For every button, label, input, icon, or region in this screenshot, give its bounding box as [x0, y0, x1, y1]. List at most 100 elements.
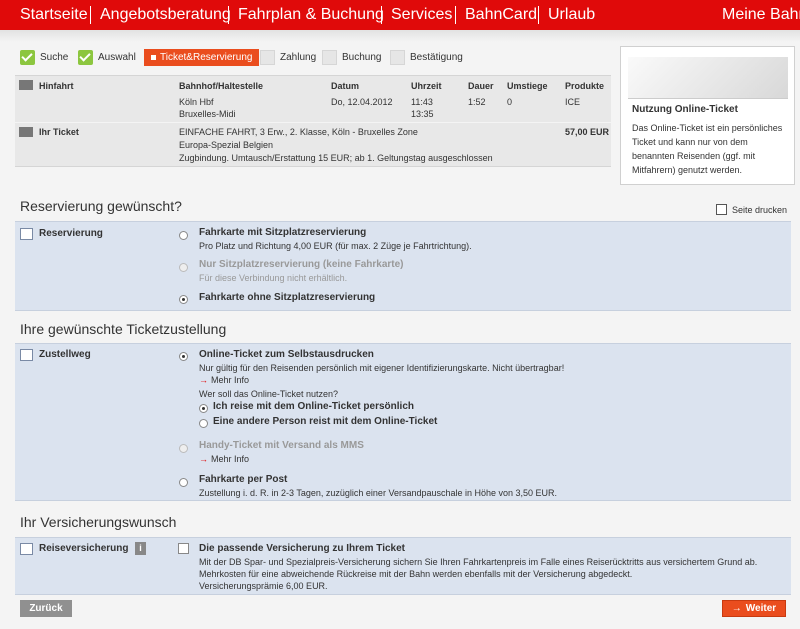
empty-step-icon — [390, 49, 405, 65]
insurance-icon — [20, 543, 33, 555]
arrival-time: 13:35 — [411, 109, 434, 119]
option-with-seat-desc: Pro Platz und Richtung 4,00 EUR (für max… — [199, 241, 472, 251]
online-question: Wer soll das Online-Ticket nutzen? — [199, 389, 339, 399]
col-changes: Umstiege — [507, 81, 548, 91]
online-more-info-link[interactable]: → Mehr Info — [199, 375, 249, 385]
info-icon[interactable]: i — [135, 542, 146, 555]
train-icon — [19, 80, 33, 90]
arrow-right-icon: → — [199, 454, 208, 464]
self-travel-radio[interactable] — [199, 404, 208, 413]
nav-divider — [381, 6, 382, 24]
insurance-desc-3: Versicherungsprämie 6,00 EUR. — [199, 581, 328, 591]
nav-divider — [538, 6, 539, 24]
arrow-right-icon: → — [731, 603, 742, 614]
insurance-title: Die passende Versicherung zu Ihrem Ticke… — [199, 543, 406, 554]
printer-icon — [716, 204, 727, 215]
arrow-right-icon: → — [199, 375, 208, 385]
handy-ticket-title: Handy-Ticket mit Versand als MMS — [199, 440, 364, 451]
step-label: Auswahl — [98, 51, 136, 63]
step-auswahl[interactable]: Auswahl — [78, 49, 136, 65]
reservation-icon — [20, 228, 33, 240]
journey-table: Hinfahrt Bahnhof/Haltestelle Datum Uhrze… — [15, 75, 611, 122]
option-seat-only-desc: Für diese Verbindung nicht erhältlich. — [199, 273, 348, 283]
nav-divider — [90, 6, 91, 24]
handy-more-info-link[interactable]: → Mehr Info — [199, 454, 249, 464]
empty-step-icon — [322, 49, 337, 65]
insurance-section: Reiseversicherung i Die passende Versich… — [15, 537, 791, 595]
col-station: Bahnhof/Haltestelle — [179, 81, 264, 91]
travel-date: Do, 12.04.2012 — [331, 97, 393, 107]
post-title: Fahrkarte per Post — [199, 474, 288, 485]
next-button[interactable]: → Weiter — [722, 600, 786, 617]
insurance-heading: Ihr Versicherungswunsch — [20, 514, 177, 530]
more-info-label: Mehr Info — [211, 454, 250, 464]
reservation-seat-only-radio — [179, 263, 188, 272]
nav-startseite[interactable]: Startseite — [20, 5, 88, 25]
delivery-heading: Ihre gewünschte Ticketzustellung — [20, 321, 227, 337]
other-person-radio[interactable] — [199, 419, 208, 428]
nav-fahrplan-buchung[interactable]: Fahrplan & Buchung — [238, 5, 384, 25]
col-time: Uhrzeit — [411, 81, 442, 91]
online-ticket-image — [628, 57, 788, 99]
delivery-online-radio[interactable] — [179, 352, 188, 361]
print-label: Seite drucken — [732, 204, 788, 215]
duration-value: 1:52 — [468, 97, 486, 107]
insurance-desc-2: Mehrkosten für eine abweichende Rückreis… — [199, 569, 633, 579]
step-label: Buchung — [342, 51, 382, 63]
step-suche[interactable]: Suche — [20, 49, 68, 65]
insurance-desc-1: Mit der DB Spar- und Spezialpreis-Versic… — [199, 557, 758, 567]
nav-shadow — [0, 30, 800, 42]
nav-urlaub[interactable]: Urlaub — [548, 5, 595, 25]
check-icon — [20, 49, 35, 65]
next-label: Weiter — [745, 603, 777, 614]
side-text: Das Online-Ticket ist ein persönliches T… — [632, 123, 783, 175]
insurance-checkbox[interactable] — [178, 543, 189, 554]
delivery-section: Zustellweg Online-Ticket zum Selbstausdr… — [15, 343, 791, 501]
post-desc: Zustellung i. d. R. in 2-3 Tagen, zuzügl… — [199, 488, 558, 498]
ticket-line1: EINFACHE FAHRT, 3 Erw., 2. Klasse, Köln … — [179, 127, 418, 137]
step-zahlung: Zahlung — [260, 49, 316, 65]
side-title: Nutzung Online-Ticket — [632, 104, 738, 115]
col-products: Produkte — [565, 81, 605, 91]
step-label: Ticket&Reservierung — [160, 52, 253, 63]
step-buchung: Buchung — [322, 49, 381, 65]
changes-value: 0 — [507, 97, 513, 107]
to-station: Bruxelles-Midi — [179, 109, 236, 119]
option-without-seat-title: Fahrkarte ohne Sitzplatzreservierung — [199, 292, 376, 303]
nav-divider — [228, 6, 229, 24]
nav-services[interactable]: Services — [391, 5, 452, 25]
online-ticket-title: Online-Ticket zum Selbstausdrucken — [199, 349, 374, 360]
ticket-line3: Zugbindung. Umtausch/Erstattung 15 EUR; … — [179, 153, 493, 163]
delivery-post-radio[interactable] — [179, 478, 188, 487]
reservation-without-seat-radio[interactable] — [179, 295, 188, 304]
col-duration: Dauer — [468, 81, 494, 91]
ticket-table: Ihr Ticket EINFACHE FAHRT, 3 Erw., 2. Kl… — [15, 123, 611, 167]
option-with-seat-title: Fahrkarte mit Sitzplatzreservierung — [199, 227, 367, 238]
reservation-label: Reservierung — [39, 228, 103, 239]
ticket-icon — [19, 127, 33, 137]
print-page-link[interactable]: Seite drucken — [716, 204, 787, 215]
online-ticket-desc: Nur gültig für den Reisenden persönlich … — [199, 363, 565, 373]
self-travel-label: Ich reise mit dem Online-Ticket persönli… — [213, 401, 414, 412]
reservation-section: Reservierung Fahrkarte mit Sitzplatzrese… — [15, 221, 791, 311]
ticket-line2: Europa-Spezial Belgien — [179, 140, 274, 150]
nav-bahncard[interactable]: BahnCard — [465, 5, 537, 25]
nav-angebotsberatung[interactable]: Angebotsberatung — [100, 5, 231, 25]
nav-meine-bahn[interactable]: Meine Bahn — [722, 5, 800, 25]
delivery-icon — [20, 349, 33, 361]
step-bestaetigung: Bestätigung — [390, 49, 463, 65]
delivery-label: Zustellweg — [39, 349, 91, 360]
delivery-handy-radio — [179, 444, 188, 453]
back-button[interactable]: Zurück — [20, 600, 72, 617]
reservation-with-seat-radio[interactable] — [179, 231, 188, 240]
empty-step-icon — [260, 49, 275, 65]
insurance-label: Reiseversicherung — [39, 543, 129, 554]
ticket-price: 57,00 EUR — [565, 127, 610, 137]
hinfahrt-label: Hinfahrt — [39, 81, 74, 91]
step-label: Zahlung — [280, 51, 317, 63]
other-person-label: Eine andere Person reist mit dem Online-… — [213, 416, 438, 427]
step-label: Suche — [40, 51, 69, 63]
reservation-heading: Reservierung gewünscht? — [20, 198, 182, 214]
ticket-label: Ihr Ticket — [39, 127, 79, 137]
more-info-label: Mehr Info — [211, 375, 250, 385]
